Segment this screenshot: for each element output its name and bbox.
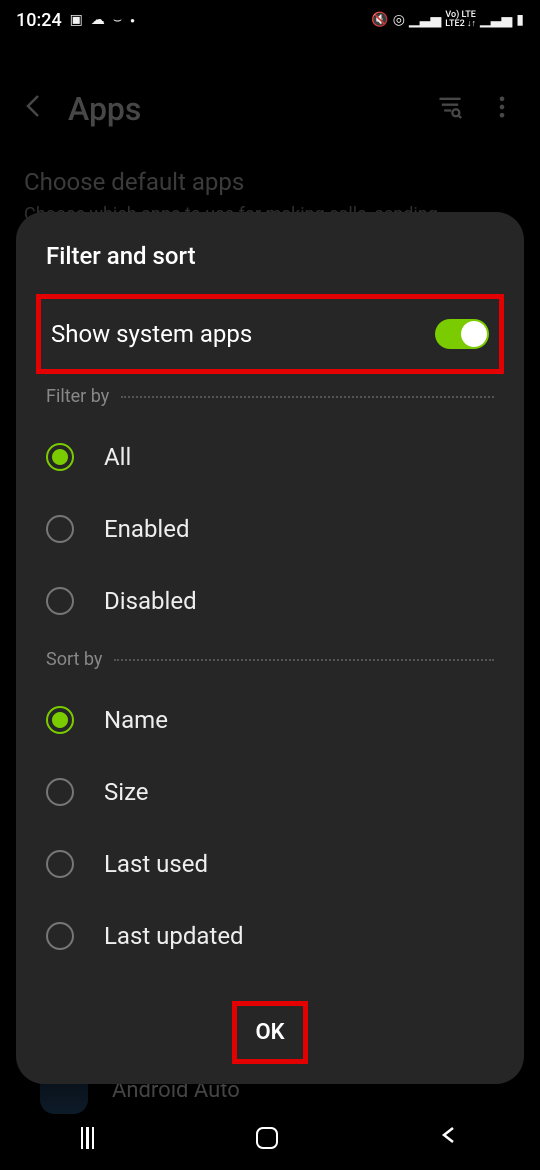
sort-option-last-used[interactable]: Last used <box>46 828 494 900</box>
filter-sort-dialog: Filter and sort Show system apps Filter … <box>16 212 524 1084</box>
navigation-bar <box>0 1114 540 1162</box>
recents-button[interactable] <box>81 1127 95 1149</box>
sort-option-size[interactable]: Size <box>46 756 494 828</box>
battery-icon: ▮ <box>516 12 524 28</box>
radio-icon <box>46 778 74 806</box>
status-time: 10:24 <box>16 10 62 31</box>
hotspot-icon: ◎ <box>393 12 405 28</box>
filter-by-label: Filter by <box>46 386 109 407</box>
show-system-apps-row[interactable]: Show system apps <box>51 299 489 369</box>
cloud-icon: ☁ <box>91 12 105 28</box>
page-title: Apps <box>68 90 412 128</box>
highlight-ok-button: OK <box>232 1001 307 1064</box>
radio-icon <box>46 922 74 950</box>
back-icon[interactable] <box>24 92 44 127</box>
dot-icon: ● <box>130 16 135 25</box>
lte-indicator: Vo) LTELTE2 ↓↑ <box>445 11 476 29</box>
search-filter-icon[interactable] <box>436 93 464 125</box>
sort-option-last-updated[interactable]: Last updated <box>46 900 494 972</box>
filter-option-all[interactable]: All <box>46 421 494 493</box>
sort-by-label: Sort by <box>46 649 102 670</box>
radio-icon <box>46 587 74 615</box>
toggle-label: Show system apps <box>51 320 252 348</box>
mute-icon: 🔇 <box>371 12 388 28</box>
back-button[interactable] <box>439 1125 459 1151</box>
gallery-icon: ▣ <box>70 12 83 28</box>
signal-icon-1: ▁▃▅ <box>409 12 441 28</box>
background-apps-screen: Apps Choose default apps Choose which ap… <box>0 40 540 225</box>
signal-icon-2: ▁▃▅ <box>480 12 512 28</box>
filter-option-disabled[interactable]: Disabled <box>46 565 494 637</box>
smile-icon: ⌣ <box>113 12 122 28</box>
status-bar: 10:24 ▣ ☁ ⌣ ● 🔇 ◎ ▁▃▅ Vo) LTELTE2 ↓↑ ▁▃▅… <box>0 0 540 40</box>
radio-icon <box>46 706 74 734</box>
filter-option-enabled[interactable]: Enabled <box>46 493 494 565</box>
radio-icon <box>46 443 74 471</box>
show-system-apps-toggle[interactable] <box>435 319 489 349</box>
ok-button[interactable]: OK <box>237 1006 302 1059</box>
radio-icon <box>46 515 74 543</box>
default-apps-heading: Choose default apps <box>24 168 516 196</box>
home-button[interactable] <box>256 1127 278 1149</box>
dialog-title: Filter and sort <box>46 242 494 270</box>
radio-icon <box>46 850 74 878</box>
sort-option-name[interactable]: Name <box>46 684 494 756</box>
highlight-show-system-apps: Show system apps <box>36 294 504 374</box>
more-icon[interactable] <box>488 93 516 125</box>
